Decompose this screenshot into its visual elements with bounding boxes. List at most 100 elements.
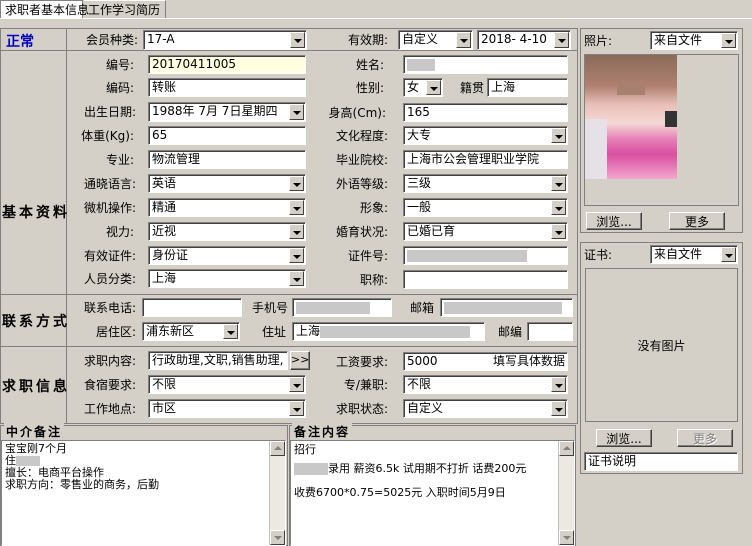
height-label: 身高(Cm): bbox=[328, 106, 386, 120]
mobile-label: 手机号 bbox=[251, 301, 288, 315]
code-label: 编码: bbox=[105, 81, 134, 95]
job-status-label: 求职状态: bbox=[335, 402, 388, 416]
remark-scrollbar[interactable] bbox=[558, 441, 574, 545]
zip-field[interactable] bbox=[527, 322, 573, 341]
tab-work-history[interactable]: 工作学习简历 bbox=[84, 0, 166, 18]
section-basic: 基本资料 bbox=[2, 205, 70, 221]
native-field[interactable]: 上海 bbox=[487, 78, 568, 97]
gender-label: 性别: bbox=[355, 81, 384, 95]
cert-source-select[interactable]: 来自文件 bbox=[650, 245, 738, 264]
board-label: 食宿要求: bbox=[83, 378, 136, 392]
native-label: 籍贯 bbox=[459, 81, 484, 95]
cert-browse-button[interactable]: 浏览... bbox=[596, 429, 652, 447]
vision-select[interactable]: 近视 bbox=[148, 222, 306, 241]
section-job: 求职信息 bbox=[2, 379, 70, 395]
id-type-label: 有效证件: bbox=[83, 249, 136, 263]
email-field[interactable] bbox=[440, 298, 573, 317]
cert-more-button[interactable]: 更多 bbox=[677, 429, 733, 447]
district-select[interactable]: 浦东新区 bbox=[142, 322, 240, 341]
job-content-field[interactable]: 行政助理,文职,销售助理, bbox=[148, 351, 288, 370]
valid-date-picker[interactable]: 2018- 4-10 bbox=[477, 30, 571, 50]
salary-field[interactable]: 5000 填写具体数据 bbox=[403, 352, 568, 371]
job-content-label: 求职内容: bbox=[83, 354, 136, 368]
no-image-text: 没有图片 bbox=[637, 339, 686, 353]
fulltime-select[interactable]: 不限 bbox=[403, 375, 568, 394]
salary-note: 填写具体数据 bbox=[492, 354, 565, 368]
weight-label: 体重(Kg): bbox=[81, 129, 134, 143]
job-content-more-button[interactable]: >> bbox=[290, 351, 310, 370]
id-no-label: 证件号: bbox=[347, 249, 388, 263]
id-type-select[interactable]: 身份证 bbox=[148, 246, 306, 265]
appearance-label: 形象: bbox=[359, 201, 388, 215]
id-no-field[interactable] bbox=[403, 246, 568, 265]
marital-label: 婚育状况: bbox=[335, 225, 388, 239]
zip-label: 邮编 bbox=[497, 325, 522, 339]
remark-line: 录用 薪资6.5k 试用期不打折 话费200元 bbox=[294, 457, 571, 481]
remark-line: 招行 bbox=[294, 443, 316, 456]
cert-description-field[interactable]: 证书说明 bbox=[584, 452, 738, 471]
title-label: 职称: bbox=[359, 273, 388, 287]
name-label: 姓名: bbox=[355, 58, 384, 72]
birth-label: 出生日期: bbox=[83, 105, 136, 119]
email-label: 邮箱 bbox=[409, 301, 434, 315]
remark-title: 备注内容 bbox=[292, 423, 353, 440]
tab-basic-info[interactable]: 求职者基本信息 bbox=[0, 0, 89, 18]
photo-source-select[interactable]: 来自文件 bbox=[650, 31, 738, 50]
gender-select[interactable]: 女 bbox=[403, 78, 443, 97]
computer-select[interactable]: 精通 bbox=[148, 198, 306, 217]
fulltime-label: 专/兼职: bbox=[343, 378, 388, 392]
school-field[interactable]: 上海市公会管理职业学院 bbox=[403, 150, 568, 169]
category-select[interactable]: 上海 bbox=[148, 269, 306, 288]
edu-label: 文化程度: bbox=[335, 129, 388, 143]
section-contact: 联系方式 bbox=[2, 314, 70, 330]
phone-label: 联系电话: bbox=[83, 301, 136, 315]
school-label: 毕业院校: bbox=[335, 153, 388, 167]
district-label: 居住区: bbox=[95, 325, 136, 339]
lang-select[interactable]: 英语 bbox=[148, 174, 306, 193]
address-field[interactable]: 上海 bbox=[292, 322, 485, 341]
photo-more-button[interactable]: 更多 bbox=[669, 212, 725, 230]
category-label: 人员分类: bbox=[83, 272, 136, 286]
title-field[interactable] bbox=[403, 270, 568, 289]
photo-browse-button[interactable]: 浏览... bbox=[586, 212, 642, 230]
weight-field[interactable]: 65 bbox=[148, 126, 306, 145]
marital-select[interactable]: 已婚已育 bbox=[403, 222, 568, 241]
location-label: 工作地点: bbox=[83, 402, 136, 416]
address-label: 住址 bbox=[261, 325, 286, 339]
number-field[interactable]: 20170411005 bbox=[148, 55, 306, 74]
computer-label: 微机操作: bbox=[83, 201, 136, 215]
remark-textarea[interactable]: 招行 录用 薪资6.5k 试用期不打折 话费200元 收费6700*0.75=5… bbox=[290, 440, 575, 546]
photo-label: 照片: bbox=[584, 34, 613, 48]
valid-mode-select[interactable]: 自定义 bbox=[398, 30, 473, 50]
job-status-select[interactable]: 自定义 bbox=[403, 399, 568, 418]
height-field[interactable]: 165 bbox=[403, 103, 568, 122]
cert-label: 证书: bbox=[584, 248, 613, 262]
lang-level-label: 外语等级: bbox=[335, 177, 388, 191]
lang-level-select[interactable]: 三级 bbox=[403, 174, 568, 193]
name-field[interactable] bbox=[403, 55, 568, 74]
remark-line: 收费6700*0.75=5025元 入职时间5月9日 bbox=[294, 486, 506, 499]
agent-memo-line: 宝宝刚7个月 bbox=[5, 442, 67, 455]
cert-image-frame: 没有图片 bbox=[585, 268, 738, 422]
agent-memo-textarea[interactable]: 宝宝刚7个月 住 擅长：电商平台操作 求职方向：零售业的商务，后勤 bbox=[1, 440, 286, 546]
major-field[interactable]: 物流管理 bbox=[148, 150, 306, 169]
board-select[interactable]: 不限 bbox=[148, 375, 306, 394]
location-select[interactable]: 市区 bbox=[148, 399, 306, 418]
agent-memo-line: 求职方向：零售业的商务，后勤 bbox=[5, 478, 159, 491]
birth-date-picker[interactable]: 1988年 7月 7日星期四 bbox=[148, 102, 306, 122]
edu-select[interactable]: 大专 bbox=[403, 126, 568, 145]
member-type-select[interactable]: 17-A bbox=[143, 30, 307, 50]
major-label: 专业: bbox=[105, 153, 134, 167]
photo-frame bbox=[584, 54, 739, 206]
member-type-label: 会员种类: bbox=[85, 33, 138, 47]
salary-label: 工资要求: bbox=[335, 355, 388, 369]
appearance-select[interactable]: 一般 bbox=[403, 198, 568, 217]
vision-label: 视力: bbox=[105, 225, 134, 239]
agent-memo-title: 中介备注 bbox=[4, 423, 65, 440]
lang-label: 通晓语言: bbox=[83, 177, 136, 191]
code-field[interactable]: 转账 bbox=[148, 78, 306, 97]
phone-field[interactable] bbox=[142, 298, 242, 317]
agent-memo-scrollbar[interactable] bbox=[269, 441, 285, 545]
number-label: 编号: bbox=[105, 58, 134, 72]
mobile-field[interactable] bbox=[292, 298, 392, 317]
